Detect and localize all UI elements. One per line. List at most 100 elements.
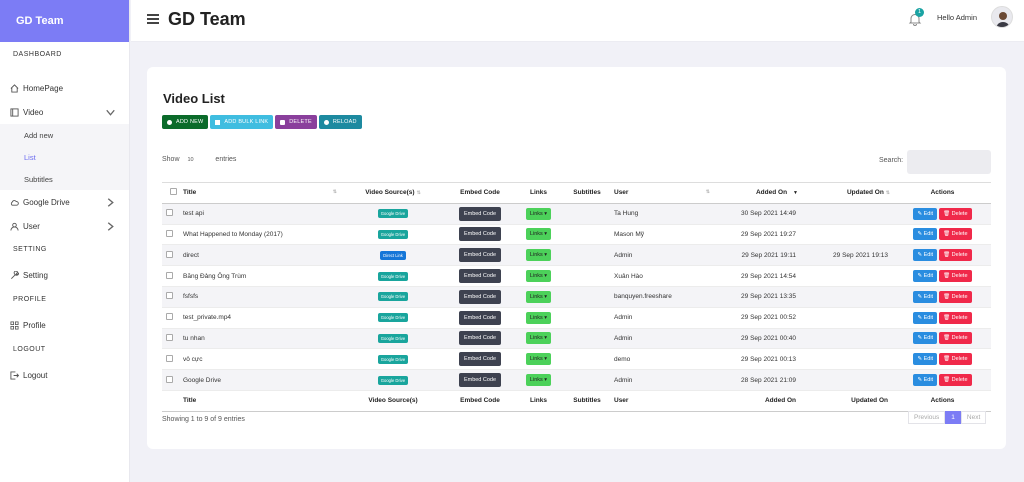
embed-code-button[interactable]: Embed Code (458, 269, 502, 284)
sidebar-item-profile[interactable]: Profile (0, 312, 129, 338)
edit-button[interactable]: ✎ Edit (913, 353, 938, 366)
row-checkbox[interactable] (166, 375, 173, 383)
links-dropdown-button[interactable]: Links ▾ (525, 207, 552, 220)
row-delete-button[interactable]: 🗑 Delete (939, 249, 972, 262)
row-checkbox[interactable] (166, 271, 173, 279)
source-badge[interactable]: Google Drive (377, 229, 409, 239)
links-dropdown-button[interactable]: Links ▾ (525, 290, 552, 303)
brand-logo[interactable]: GD Team (0, 0, 129, 42)
previous-page-button[interactable]: Previous (908, 411, 946, 424)
embed-code-button[interactable]: Embed Code (458, 373, 502, 388)
row-checkbox[interactable] (166, 333, 173, 341)
column-updated-on[interactable]: Updated On ⇅ (802, 182, 894, 204)
links-dropdown-button[interactable]: Links ▾ (525, 332, 552, 345)
embed-code-button[interactable]: Embed Code (458, 352, 502, 367)
source-badge[interactable]: Google Drive (377, 354, 409, 364)
cloud-icon (10, 199, 19, 206)
avatar[interactable] (991, 6, 1013, 28)
delete-label: DELETE (289, 119, 312, 125)
embed-code-button[interactable]: Embed Code (458, 227, 502, 242)
row-delete-button[interactable]: 🗑 Delete (939, 353, 972, 366)
sidebar-subitem-add-new[interactable]: Add new (0, 124, 129, 146)
cell-added-on: 28 Sep 2021 21:09 (714, 369, 802, 391)
sidebar-item-video[interactable]: Video (0, 100, 129, 124)
links-dropdown-button[interactable]: Links ▾ (525, 374, 552, 387)
section-logout: LOGOUT (13, 346, 46, 353)
sidebar-subitem-list[interactable]: List (0, 146, 129, 168)
row-checkbox[interactable] (166, 250, 173, 258)
edit-button[interactable]: ✎ Edit (913, 228, 938, 241)
next-page-button[interactable]: Next (960, 411, 987, 424)
hamburger-menu-icon[interactable] (147, 14, 159, 24)
embed-code-button[interactable]: Embed Code (458, 248, 502, 263)
source-badge[interactable]: Google Drive (377, 375, 409, 385)
column-label: Added On (755, 189, 788, 197)
notification-badge: 1 (915, 8, 924, 17)
footer-user: User (612, 389, 714, 412)
column-added-on[interactable]: Added On ▼ (714, 182, 802, 204)
search-input[interactable] (907, 150, 991, 174)
source-badge[interactable]: Google Drive (377, 292, 409, 302)
source-badge[interactable]: Direct Link (380, 250, 406, 260)
page-title: Video List (163, 91, 225, 106)
sidebar-item-homepage[interactable]: HomePage (0, 76, 129, 100)
cell-added-on: 29 Sep 2021 14:54 (714, 265, 802, 287)
reload-button[interactable]: RELOAD (318, 115, 362, 129)
embed-code-button[interactable]: Embed Code (458, 310, 502, 325)
links-dropdown-button[interactable]: Links ▾ (525, 270, 552, 283)
row-checkbox[interactable] (166, 313, 173, 321)
edit-button[interactable]: ✎ Edit (913, 249, 938, 262)
entries-select[interactable]: 10 (187, 157, 207, 163)
cell-subtitles (562, 369, 612, 391)
edit-button[interactable]: ✎ Edit (913, 311, 938, 324)
source-badge[interactable]: Google Drive (377, 209, 409, 219)
links-dropdown-button[interactable]: Links ▾ (525, 353, 552, 366)
page-1-button[interactable]: 1 (945, 411, 961, 424)
sidebar-item-user[interactable]: User (0, 214, 129, 238)
column-user[interactable]: User ⇅ (612, 182, 714, 204)
edit-button[interactable]: ✎ Edit (913, 374, 938, 387)
row-checkbox[interactable] (166, 292, 173, 300)
delete-button[interactable]: DELETE (275, 115, 317, 129)
row-checkbox[interactable] (166, 354, 173, 362)
embed-code-button[interactable]: Embed Code (458, 331, 502, 346)
links-dropdown-button[interactable]: Links ▾ (525, 249, 552, 262)
row-delete-button[interactable]: 🗑 Delete (939, 374, 972, 387)
cell-title: Google Drive (180, 369, 341, 391)
source-badge[interactable]: Google Drive (377, 333, 409, 343)
add-new-button[interactable]: ADD NEW (162, 115, 209, 129)
source-badge[interactable]: Google Drive (377, 313, 409, 323)
cell-title: direct (180, 244, 341, 267)
edit-button[interactable]: ✎ Edit (913, 290, 938, 303)
row-delete-button[interactable]: 🗑 Delete (939, 290, 972, 303)
select-all-checkbox[interactable] (169, 188, 177, 196)
sidebar-subitem-subtitles[interactable]: Subtitles (0, 168, 129, 190)
sidebar-item-logout[interactable]: Logout (0, 362, 129, 388)
footer-embed-code: Embed Code (445, 389, 515, 412)
row-checkbox[interactable] (166, 209, 173, 217)
row-delete-button[interactable]: 🗑 Delete (939, 228, 972, 241)
app-title: GD Team (168, 9, 246, 29)
column-video-source[interactable]: Video Source(s) ⇅ (341, 182, 445, 204)
row-checkbox[interactable] (166, 229, 173, 237)
video-table: Title ⇅ Video Source(s) ⇅ Embed Code Links… (162, 182, 991, 412)
edit-button[interactable]: ✎ Edit (913, 270, 938, 283)
column-title[interactable]: Title ⇅ (180, 182, 341, 204)
wrench-icon (11, 270, 19, 279)
cell-subtitles (562, 265, 612, 287)
add-bulk-link-button[interactable]: ADD BULK LINK (210, 115, 274, 129)
links-dropdown-button[interactable]: Links ▾ (525, 228, 552, 241)
edit-button[interactable]: ✎ Edit (913, 207, 938, 220)
row-delete-button[interactable]: 🗑 Delete (939, 207, 972, 220)
sidebar-item-setting[interactable]: Setting (0, 262, 129, 288)
row-delete-button[interactable]: 🗑 Delete (939, 332, 972, 345)
edit-button[interactable]: ✎ Edit (913, 332, 938, 345)
cell-user: banquyen.freeshare (612, 286, 714, 308)
source-badge[interactable]: Google Drive (377, 271, 409, 281)
row-delete-button[interactable]: 🗑 Delete (939, 270, 972, 283)
sidebar-item-google-drive[interactable]: Google Drive (0, 190, 129, 214)
embed-code-button[interactable]: Embed Code (458, 206, 502, 221)
links-dropdown-button[interactable]: Links ▾ (525, 311, 552, 324)
embed-code-button[interactable]: Embed Code (458, 289, 502, 304)
row-delete-button[interactable]: 🗑 Delete (939, 311, 972, 324)
